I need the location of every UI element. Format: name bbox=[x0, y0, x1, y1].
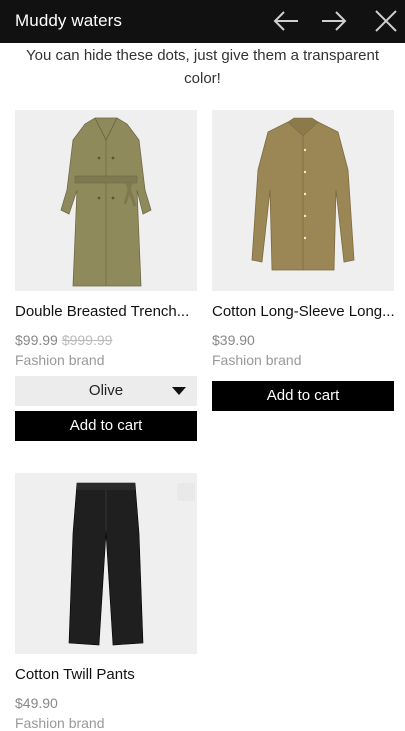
info-text: You can hide these dots, just give them … bbox=[25, 47, 379, 87]
variant-select[interactable]: Olive bbox=[15, 376, 197, 406]
header-bar: Muddy waters bbox=[0, 0, 405, 43]
product-brand: Fashion brand bbox=[15, 352, 105, 368]
original-price: $999.99 bbox=[61, 332, 113, 348]
product-name[interactable]: Double Breasted Trench... bbox=[15, 303, 205, 320]
arrow-left-icon[interactable] bbox=[272, 8, 300, 34]
product-brand: Fashion brand bbox=[212, 352, 302, 368]
arrow-right-icon[interactable] bbox=[320, 8, 348, 34]
chevron-down-icon bbox=[172, 387, 186, 395]
current-price: $39.90 bbox=[212, 332, 255, 348]
product-price: $99.99 $999.99 bbox=[15, 332, 112, 348]
close-icon[interactable] bbox=[373, 8, 401, 34]
product-image-pants[interactable] bbox=[15, 473, 197, 654]
product-brand: Fashion brand bbox=[15, 715, 105, 731]
product-image-trench[interactable] bbox=[15, 110, 197, 291]
add-to-cart-button[interactable]: Add to cart bbox=[212, 381, 394, 411]
page-title: Muddy waters bbox=[15, 11, 123, 30]
current-price: $99.99 bbox=[15, 332, 58, 348]
product-name[interactable]: Cotton Long-Sleeve Long... bbox=[212, 303, 402, 320]
product-name[interactable]: Cotton Twill Pants bbox=[15, 666, 205, 683]
variant-selected: Olive bbox=[88, 382, 124, 399]
product-image-shirt[interactable] bbox=[212, 110, 394, 291]
current-price: $49.90 bbox=[15, 695, 58, 711]
selection-dot[interactable] bbox=[177, 483, 195, 501]
add-to-cart-button[interactable]: Add to cart bbox=[15, 411, 197, 441]
